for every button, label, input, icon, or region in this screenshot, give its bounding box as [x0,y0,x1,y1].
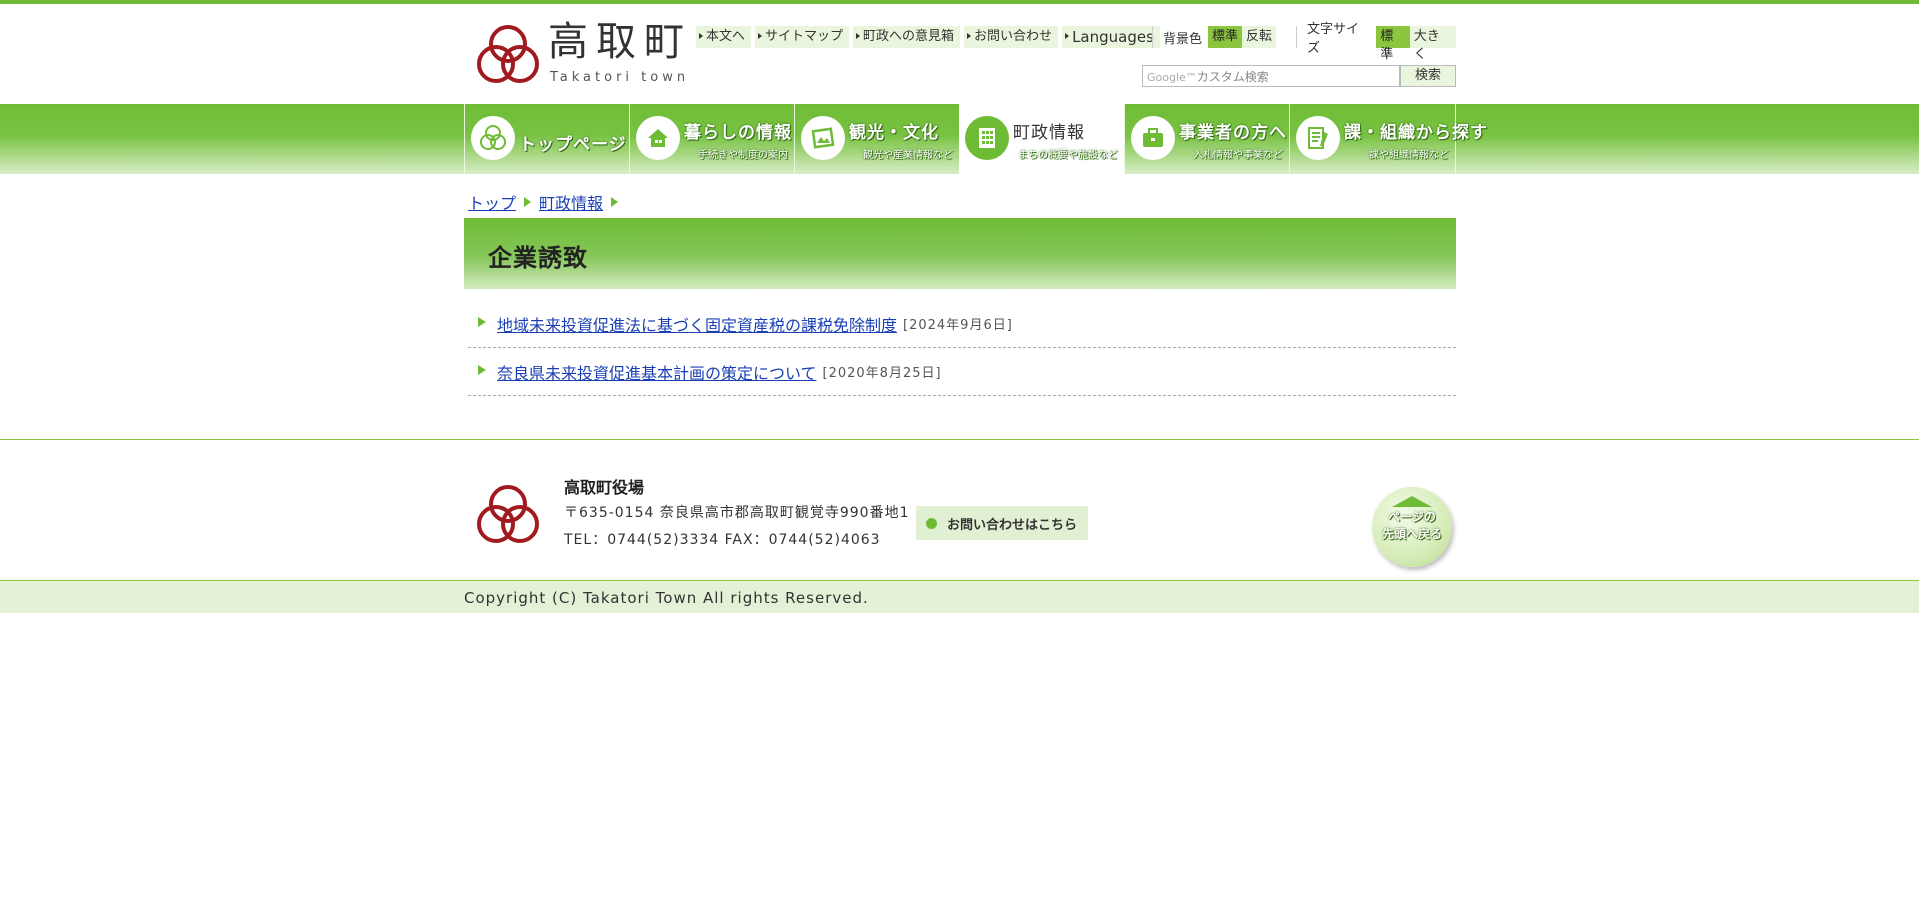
nav-item-town-government[interactable]: 町政情報 まちの概要や施設など [959,104,1124,174]
bg-invert-button[interactable]: 反転 [1242,26,1277,48]
back-to-top-line1: ページの [1388,510,1436,524]
dot-icon [926,517,937,529]
font-large-button[interactable]: 大きく [1409,26,1456,62]
article-list: 地域未来投資促進法に基づく固定資産税の課税免除制度 [2024年9月6日] 奈良… [468,300,1456,396]
nav-sublabel: 入札情報や事業など [1193,150,1283,161]
nav-sublabel: まちの概要や施設など [1018,150,1118,161]
nav-item-departments[interactable]: 課・組織から探す 課や組織情報など [1289,104,1487,174]
global-nav: トップページ 暮らしの情報 手続きや制度の案内 観光・文化 観光や産業情報など … [0,104,1919,174]
bullet-arrow-icon [478,317,486,327]
bg-color-label: 背景色 [1163,31,1203,47]
nav-item-living[interactable]: 暮らしの情報 手続きや制度の案内 [629,104,794,174]
nav-label: 町政情報 [1013,123,1085,143]
site-name[interactable]: 高取町 [548,20,692,64]
site-header: 高取町 Takatori town 本文へ サイトマップ 町政への意見箱 お問い… [464,4,1456,104]
nav-sublabel: 課や組織情報など [1369,150,1449,161]
town-logo-icon[interactable] [472,20,544,92]
footer-divider [0,439,1919,440]
nav-sublabel: 手続きや制度の案内 [698,150,788,161]
building-icon [965,116,1009,160]
back-to-top-line2: 先頭へ戻る [1381,527,1442,541]
utility-links: 本文へ サイトマップ 町政への意見箱 お問い合わせ Languages [696,26,1160,48]
nav-item-business[interactable]: 事業者の方へ 入札情報や事業など [1124,104,1289,174]
contact-link[interactable]: お問い合わせ [964,26,1059,48]
languages-link[interactable]: Languages [1062,26,1160,48]
contact-button-label: お問い合わせはこちら [947,517,1078,533]
up-arrow-icon [1392,496,1432,507]
opinion-box-link[interactable]: 町政への意見箱 [853,26,961,48]
copyright-text: Copyright (C) Takatori Town All rights R… [464,589,869,607]
office-phone-fax: TEL：0744(52)3334 FAX：0744(52)4063 [564,532,881,548]
google-brand: Google™ [1147,71,1197,84]
copyright-bar: Copyright (C) Takatori Town All rights R… [0,580,1919,613]
nav-sublabel: 観光や産業情報など [863,150,953,161]
breadcrumb: トップ 町政情報 [468,190,619,214]
font-standard-button[interactable]: 標準 [1376,26,1410,62]
list-item: 地域未来投資促進法に基づく固定資産税の課税免除制度 [2024年9月6日] [468,300,1456,348]
contact-button[interactable]: お問い合わせはこちら [916,506,1088,540]
divider [1152,26,1153,48]
article-link[interactable]: 地域未来投資促進法に基づく固定資産税の課税免除制度 [497,312,897,336]
office-name: 高取町役場 [564,478,645,497]
skip-to-content-link[interactable]: 本文へ [696,26,752,48]
three-circles-icon [471,116,515,160]
nav-item-top-page[interactable]: トップページ [464,104,629,174]
article-link[interactable]: 奈良県未来投資促進基本計画の策定について [497,360,817,384]
font-size-label: 文字サイズ [1306,22,1359,56]
search-button[interactable]: 検索 [1400,65,1456,87]
article-date: [2020年8月25日] [822,366,942,381]
sitemap-link[interactable]: サイトマップ [755,26,850,48]
font-size-toggle: 文字サイズ 標準 大きく [1296,22,1456,62]
town-logo-icon [477,485,539,543]
article-date: [2024年9月6日] [903,318,1013,333]
back-to-top-label: ページの 先頭へ戻る [1372,509,1452,543]
list-item: 奈良県未来投資促進基本計画の策定について [2020年8月25日] [468,348,1456,396]
breadcrumb-arrow-icon [524,197,532,207]
nav-label: 暮らしの情報 [684,123,792,143]
search-placeholder: カスタム検索 [1196,70,1269,84]
back-to-top-button[interactable]: ページの 先頭へ戻る [1372,487,1452,567]
nav-label: 観光・文化 [849,123,939,143]
document-pencil-icon [1296,116,1340,160]
office-address: 〒635-0154 奈良県高市郡高取町観覚寺990番地1 [564,505,910,521]
bg-standard-button[interactable]: 標準 [1208,26,1243,48]
background-color-toggle: 背景色 標準 反転 [1152,26,1277,48]
page-title-bar: 企業誘致 [464,218,1456,289]
picture-icon [801,116,845,160]
nav-label: 課・組織から探す [1344,123,1488,143]
breadcrumb-link-top[interactable]: トップ [468,190,516,214]
briefcase-icon [1131,116,1175,160]
divider [1296,26,1297,48]
nav-item-tourism[interactable]: 観光・文化 観光や産業情報など [794,104,959,174]
breadcrumb-link-town-government[interactable]: 町政情報 [539,190,603,214]
site-subtitle: Takatori town [550,70,690,85]
nav-label: 事業者の方へ [1179,123,1287,143]
page-title: 企業誘致 [488,244,588,272]
house-icon [636,116,680,160]
breadcrumb-arrow-icon [611,197,619,207]
search-input[interactable]: Google™カスタム検索 [1142,65,1400,87]
nav-label: トップページ [519,135,627,155]
bullet-arrow-icon [478,365,486,375]
